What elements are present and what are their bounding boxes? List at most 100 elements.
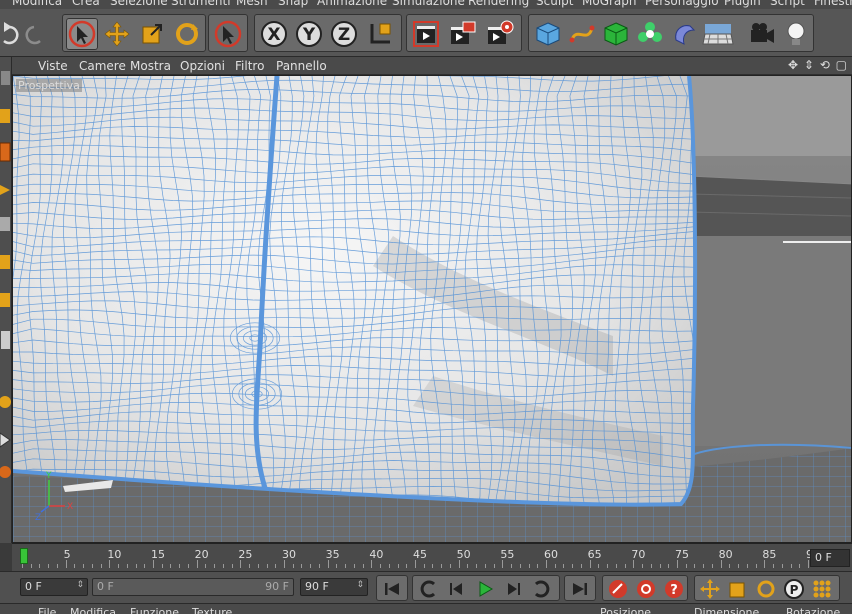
current-frame-field[interactable]: 0 F ⇕: [20, 578, 88, 596]
key-position-button[interactable]: [698, 577, 722, 601]
next-key-button[interactable]: [529, 577, 553, 601]
spline-pen-button[interactable]: [566, 18, 598, 50]
timeline[interactable]: 051015202530354045505560657075808590 0 F: [12, 543, 852, 571]
material-menu-file[interactable]: File: [38, 606, 56, 614]
texture-mode-button[interactable]: [0, 137, 11, 167]
menu-animazione[interactable]: Animazione: [317, 0, 387, 8]
timeline-ruler[interactable]: 051015202530354045505560657075808590: [20, 546, 820, 570]
main-toolbar: X Y Z: [0, 9, 852, 57]
timeline-tick: [353, 564, 355, 568]
render-picture-viewer-button[interactable]: [447, 18, 479, 50]
play-button[interactable]: [473, 577, 497, 601]
key-parameter-button[interactable]: P: [782, 577, 806, 601]
menu-simulazione[interactable]: Simulazione: [392, 0, 465, 8]
menu-snap[interactable]: Snap: [278, 0, 308, 8]
timeline-tick: [406, 564, 408, 568]
timeline-tick-label: 85: [762, 548, 777, 561]
play-icon: [479, 581, 493, 597]
menu-selezione[interactable]: Selezione: [110, 0, 168, 8]
key-scale-button[interactable]: [726, 577, 750, 601]
zoom-view-icon[interactable]: ⇕: [804, 58, 815, 72]
workplane-button[interactable]: [0, 175, 11, 205]
menu-sculpt[interactable]: Sculpt: [536, 0, 573, 8]
key-pla-icon: [813, 580, 831, 598]
record-key-button[interactable]: [606, 577, 630, 601]
timeline-tick: [126, 564, 128, 568]
y-axis-button[interactable]: Y: [293, 18, 325, 50]
menu-script[interactable]: Script: [770, 0, 805, 8]
menu-camere[interactable]: Camere: [79, 59, 126, 73]
timeline-playhead[interactable]: [20, 548, 28, 564]
move-tool-button[interactable]: [101, 18, 133, 50]
keyframe-selection-button[interactable]: ?: [662, 577, 686, 601]
rotate-tool-button[interactable]: [171, 18, 203, 50]
key-rotation-button[interactable]: [754, 577, 778, 601]
key-parameter-icon: P: [784, 579, 804, 599]
maximize-view-icon[interactable]: ▢: [836, 58, 848, 72]
render-settings-button[interactable]: [484, 18, 516, 50]
floor-button[interactable]: [702, 18, 734, 50]
goto-end-button[interactable]: [568, 577, 592, 601]
timeline-tick-label: 60: [544, 548, 558, 561]
material-menu-funzione[interactable]: Funzione: [130, 606, 179, 614]
menu-filtro[interactable]: Filtro: [235, 59, 264, 73]
timeline-tick: [257, 564, 259, 568]
x-axis-button[interactable]: X: [258, 18, 290, 50]
menu-mesh[interactable]: Mesh: [236, 0, 268, 8]
menu-finestra[interactable]: Finestra: [814, 0, 852, 8]
light-button[interactable]: [780, 18, 812, 50]
menu-crea[interactable]: Crea: [72, 0, 100, 8]
tweak-mode-button[interactable]: [0, 387, 11, 417]
render-view-button[interactable]: [410, 18, 442, 50]
next-frame-button[interactable]: [501, 577, 525, 601]
model-mode-button[interactable]: [0, 101, 11, 131]
max-frame-field[interactable]: 90 F ⇕: [300, 578, 368, 596]
last-tool-button[interactable]: [212, 18, 244, 50]
points-mode-button[interactable]: [0, 209, 11, 239]
menu-pannello[interactable]: Pannello: [276, 59, 327, 73]
prev-frame-button[interactable]: [445, 577, 469, 601]
cloner-button[interactable]: [634, 18, 666, 50]
timeline-tick-label: 5: [63, 548, 71, 561]
menu-mostra[interactable]: Mostra: [130, 59, 171, 73]
menu-personaggio[interactable]: Personaggio: [645, 0, 719, 8]
key-pla-button[interactable]: [810, 577, 834, 601]
timeline-tick: [764, 560, 766, 568]
menu-strumenti[interactable]: Strumenti: [171, 0, 231, 8]
menu-plugin[interactable]: Plugin: [724, 0, 761, 8]
coordinate-system-button[interactable]: [363, 18, 395, 50]
make-editable-button[interactable]: [0, 63, 11, 93]
deformer-button[interactable]: [668, 18, 700, 50]
rotate-view-icon[interactable]: ⟲: [820, 58, 831, 72]
axis-mode-button[interactable]: [0, 325, 11, 355]
live-selection-button[interactable]: [66, 18, 98, 50]
cube-button[interactable]: [532, 18, 564, 50]
z-axis-button[interactable]: Z: [328, 18, 360, 50]
camera-button[interactable]: [746, 18, 778, 50]
spin-arrows-icon[interactable]: ⇕: [356, 580, 364, 590]
move-view-icon[interactable]: ✥: [788, 58, 799, 72]
preview-range-slider[interactable]: 0 F 90 F: [92, 578, 294, 596]
scale-tool-button[interactable]: [136, 18, 168, 50]
menu-opzioni[interactable]: Opzioni: [180, 59, 225, 73]
subdivision-surface-button[interactable]: [600, 18, 632, 50]
polygons-mode-button[interactable]: [0, 285, 11, 315]
spin-arrows-icon[interactable]: ⇕: [76, 580, 84, 590]
edges-mode-button[interactable]: [0, 247, 11, 277]
autokey-button[interactable]: [634, 577, 658, 601]
timeline-tick: [781, 564, 783, 568]
menu-modifica[interactable]: Modifica: [12, 0, 62, 8]
material-menu-modifica[interactable]: Modifica: [70, 606, 116, 614]
timeline-end-frame[interactable]: 0 F: [810, 549, 850, 567]
perspective-viewport[interactable]: Y X Z Prospettiva: [12, 75, 852, 543]
menu-rendering[interactable]: Rendering: [468, 0, 529, 8]
lock-workplane-button[interactable]: [0, 457, 11, 487]
goto-start-button[interactable]: [380, 577, 404, 601]
svg-text:Z: Z: [338, 25, 350, 45]
prev-key-button[interactable]: [417, 577, 441, 601]
menu-mograph[interactable]: MoGraph: [582, 0, 637, 8]
menu-viste[interactable]: Viste: [38, 59, 68, 73]
material-menu-texture[interactable]: Texture: [192, 606, 232, 614]
snap-button[interactable]: [0, 425, 11, 455]
redo-button[interactable]: [20, 17, 52, 49]
